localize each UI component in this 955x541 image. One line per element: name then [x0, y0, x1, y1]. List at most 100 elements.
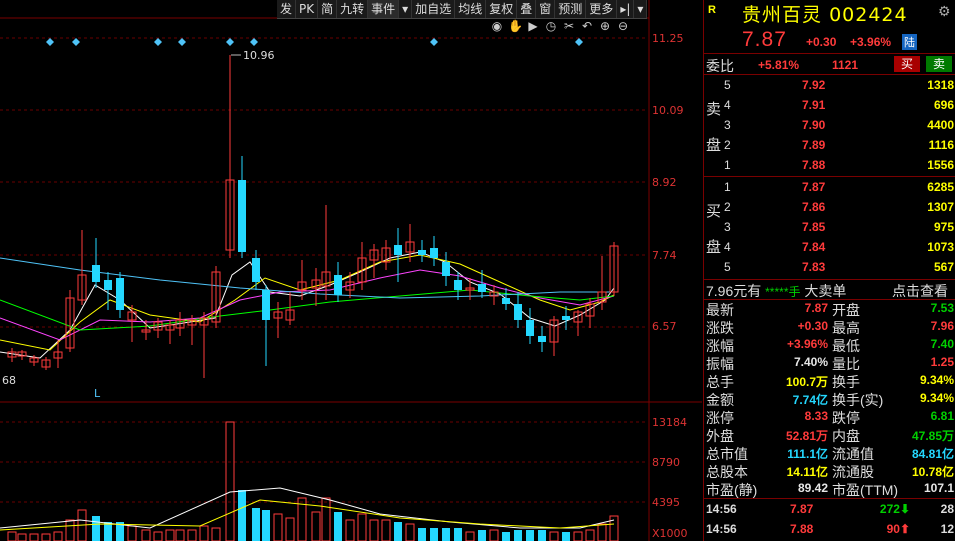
clock-icon[interactable]: ◷ — [544, 19, 558, 33]
price-change: +0.30 — [806, 35, 837, 49]
toolbar-forecast-button[interactable]: 预测 — [555, 0, 587, 18]
stat-label: 换手(实) — [832, 392, 884, 408]
volume-bar-down — [334, 512, 342, 541]
toolbar-events-dropdown[interactable]: ▾ — [399, 0, 413, 18]
price-axis-label: 10.09 — [652, 104, 684, 117]
tick-time: 14:56 — [706, 522, 737, 536]
volume-bar-up — [187, 529, 197, 541]
price-axis-label: 11.25 — [652, 32, 684, 45]
kline-chart[interactable]: 10.96 68 L — [0, 0, 702, 541]
sell-price: 7.89 — [802, 138, 826, 152]
stat-label: 涨停 — [706, 410, 734, 426]
buy-volume: 6285 — [927, 180, 954, 194]
arrow-down-icon: ⬇ — [899, 502, 910, 516]
buy-row[interactable]: 1 7.87 6285 — [704, 178, 955, 198]
toolbar-menu-dropdown[interactable]: ▾ — [634, 0, 648, 18]
buy-button[interactable]: 买 — [894, 56, 920, 72]
stat-label: 换手 — [832, 374, 860, 390]
sell-row[interactable]: 1 7.88 1556 — [704, 156, 955, 176]
stat-row: 市盈(静) 89.42 市盈(TTM) 107.1 — [704, 480, 955, 498]
volume-axis-label: 13184 — [652, 416, 687, 429]
stat-label: 开盘 — [832, 302, 860, 318]
stat-label: 内盘 — [832, 428, 860, 444]
sell-button[interactable]: 卖 — [926, 56, 952, 72]
big-order-view-link[interactable]: 点击查看 — [892, 281, 948, 301]
event-diamond-icon — [72, 38, 80, 46]
tick-price: 7.88 — [790, 522, 814, 536]
buy-volume: 567 — [933, 260, 954, 274]
stat-row: 涨停 8.33 跌停 6.81 — [704, 408, 955, 426]
play-icon[interactable]: ▶ — [526, 19, 540, 33]
toolbar-add-watchlist-button[interactable]: 加自选 — [412, 0, 456, 18]
weibi-label: 委比 — [706, 58, 734, 74]
buy-row[interactable]: 4 7.84 1073 — [704, 238, 955, 258]
buy-volume: 975 — [933, 220, 954, 234]
stat-value: 7.96 — [930, 319, 954, 333]
buy-level: 4 — [724, 240, 731, 254]
volume-axis-label: 8790 — [652, 456, 680, 469]
stat-label: 最新 — [706, 302, 734, 318]
sell-row[interactable]: 4 7.91 696 — [704, 96, 955, 116]
stat-label: 流通股 — [832, 464, 874, 480]
volume-bar-up — [357, 513, 367, 541]
buy-row[interactable]: 3 7.85 975 — [704, 218, 955, 238]
candle-body-down — [442, 262, 450, 276]
stat-value: 7.53 — [930, 301, 954, 315]
volume-bar-up — [321, 497, 331, 541]
toolbar-more-button[interactable]: 更多 — [586, 0, 618, 18]
tick-row: 14:56 7.87 272⬇ 28 — [704, 500, 955, 520]
toolbar-fa-button[interactable]: 发 — [277, 0, 297, 18]
stat-label: 振幅 — [706, 356, 734, 372]
volume-bar-up — [597, 523, 607, 541]
volume-bar-up — [41, 533, 51, 541]
candle-body-down — [502, 298, 510, 304]
toolbar-pk-button[interactable]: PK — [296, 0, 319, 18]
volume-bar-up — [549, 531, 559, 541]
sell-row[interactable]: 3 7.90 4400 — [704, 116, 955, 136]
sell-level: 2 — [724, 138, 731, 152]
undo-icon[interactable]: ↶ — [580, 19, 594, 33]
event-diamond-icon — [46, 38, 54, 46]
toolbar-adjust-button[interactable]: 复权 — [486, 0, 518, 18]
event-diamond-icon — [226, 38, 234, 46]
buy-price: 7.83 — [802, 260, 826, 274]
buy-row[interactable]: 5 7.83 567 — [704, 258, 955, 278]
stat-value: 107.1 — [923, 481, 954, 495]
candle-body-down — [252, 258, 260, 282]
arrow-up-icon: ⬆ — [899, 522, 910, 536]
divider — [704, 498, 955, 499]
candle-body-down — [538, 336, 546, 342]
sell-row[interactable]: 5 7.92 1318 — [704, 76, 955, 96]
candle-body-down — [116, 278, 124, 310]
stat-value: 7.87 — [804, 301, 828, 315]
stat-row: 外盘 52.81万 内盘 47.85万 — [704, 426, 955, 444]
scissors-icon[interactable]: ✂ — [562, 19, 576, 33]
toolbar-jiuzhuan-button[interactable]: 九转 — [337, 0, 369, 18]
event-diamond-icon — [154, 38, 162, 46]
toolbar-events-button[interactable]: 事件 — [368, 0, 400, 18]
volume-bars — [0, 421, 619, 541]
stat-row: 金额 7.74亿 换手(实) 9.34% — [704, 390, 955, 408]
buy-row[interactable]: 2 7.86 1307 — [704, 198, 955, 218]
sell-volume: 4400 — [927, 118, 954, 132]
volume-bar-up — [345, 519, 355, 541]
hand-icon[interactable]: ✋ — [508, 19, 523, 33]
zoom-out-icon[interactable]: ⊖ — [616, 19, 630, 33]
toolbar-jian-button[interactable]: 简 — [318, 0, 338, 18]
stat-label: 市盈(TTM) — [832, 482, 899, 498]
zoom-in-icon[interactable]: ⊕ — [598, 19, 612, 33]
gear-icon[interactable]: ⚙ — [938, 3, 951, 20]
r-flag: R — [708, 4, 716, 16]
candle-body-down — [418, 250, 426, 255]
eye-icon[interactable]: ◉ — [490, 19, 504, 33]
toolbar-collapse-button[interactable]: ▸| — [617, 0, 635, 18]
sell-row[interactable]: 2 7.89 1116 — [704, 136, 955, 156]
toolbar-overlay-button[interactable]: 叠 — [517, 0, 537, 18]
price-change-pct: +3.96% — [850, 35, 892, 49]
limit-letter-label: L — [94, 387, 101, 400]
toolbar-window-button[interactable]: 窗 — [536, 0, 556, 18]
sell-price: 7.90 — [802, 118, 826, 132]
tick-volume: 90 — [886, 522, 900, 536]
toolbar-ma-button[interactable]: 均线 — [455, 0, 487, 18]
stat-value: 7.40% — [793, 355, 828, 369]
